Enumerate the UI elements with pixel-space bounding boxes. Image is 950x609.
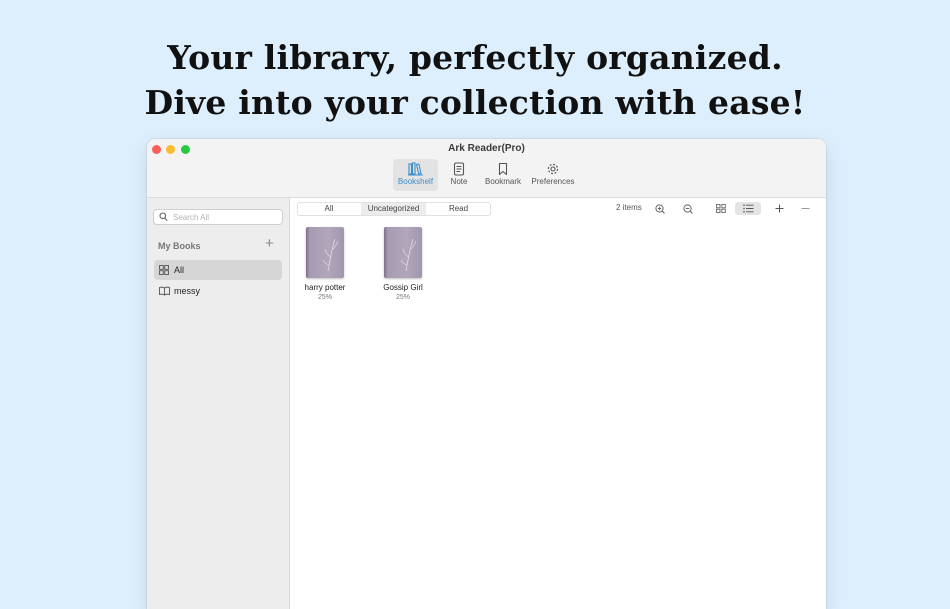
- zoom-in-icon: [654, 204, 665, 214]
- list-view-icon: [742, 204, 753, 213]
- book-cover[interactable]: [306, 227, 344, 278]
- plus-icon: [775, 204, 783, 213]
- headline-line-1: Your library, perfectly organized.: [167, 38, 783, 77]
- item-count: 2 items: [616, 203, 642, 212]
- toolbar-bookshelf-label: Bookshelf: [397, 177, 434, 186]
- search-icon: [159, 212, 168, 222]
- note-icon: [453, 162, 465, 176]
- window-title: Ark Reader(Pro): [448, 143, 525, 154]
- add-book-button[interactable]: [769, 202, 789, 215]
- my-books-heading: My Books: [158, 241, 201, 251]
- sidebar-item-label: All: [174, 265, 185, 275]
- leaf-illustration-icon: [400, 238, 417, 272]
- bookmark-icon: [498, 162, 508, 176]
- toolbar-preferences-label: Preferences: [531, 177, 575, 186]
- filter-all[interactable]: All: [298, 203, 360, 215]
- book-title: Gossip Girl: [383, 283, 423, 292]
- zoom-out-icon: [682, 204, 693, 214]
- filter-read[interactable]: Read: [427, 203, 490, 215]
- add-collection-button[interactable]: +: [265, 236, 274, 251]
- headline-line-2: Dive into your collection with ease!: [144, 83, 806, 122]
- grid-icon: [159, 265, 169, 275]
- sidebar: My Books + All messy: [147, 198, 290, 609]
- remove-book-button[interactable]: [795, 202, 815, 215]
- toolbar-preferences-button[interactable]: Preferences: [529, 159, 577, 191]
- book-progress: 25%: [317, 294, 332, 301]
- search-input[interactable]: [173, 210, 273, 224]
- gear-icon: [547, 163, 559, 175]
- book-item[interactable]: Gossip Girl 25%: [373, 227, 433, 301]
- toolbar-note-label: Note: [450, 177, 468, 186]
- title-bar: Ark Reader(Pro) Bookshelf Note Bookmark …: [147, 139, 826, 198]
- app-window: Ark Reader(Pro) Bookshelf Note Bookmark …: [147, 139, 826, 609]
- leaf-illustration-icon: [322, 238, 339, 272]
- minus-icon: [801, 208, 809, 209]
- book-progress: 25%: [395, 294, 410, 301]
- search-box[interactable]: [153, 209, 283, 225]
- filter-segmented-control: All Uncategorized Read: [297, 202, 491, 216]
- sidebar-item-all[interactable]: All: [154, 260, 282, 280]
- bookshelf-icon: [407, 162, 423, 176]
- zoom-in-button[interactable]: [650, 202, 670, 215]
- filter-uncategorized[interactable]: Uncategorized: [361, 203, 426, 215]
- toolbar-bookmark-label: Bookmark: [484, 177, 521, 186]
- book-cover[interactable]: [384, 227, 422, 278]
- zoom-out-button[interactable]: [678, 202, 698, 215]
- book-item[interactable]: harry potter 25%: [295, 227, 355, 301]
- sidebar-item-messy[interactable]: messy: [154, 281, 282, 301]
- sidebar-item-label: messy: [174, 286, 201, 296]
- book-title: harry potter: [304, 283, 346, 292]
- list-view-button[interactable]: [735, 202, 761, 215]
- grid-view-icon: [716, 204, 726, 213]
- grid-view-button[interactable]: [710, 202, 732, 215]
- toolbar-bookshelf-button[interactable]: Bookshelf: [393, 159, 438, 191]
- toolbar-note-button[interactable]: Note: [444, 159, 474, 191]
- toolbar-bookmark-button[interactable]: Bookmark: [480, 159, 526, 191]
- book-icon: [159, 286, 170, 296]
